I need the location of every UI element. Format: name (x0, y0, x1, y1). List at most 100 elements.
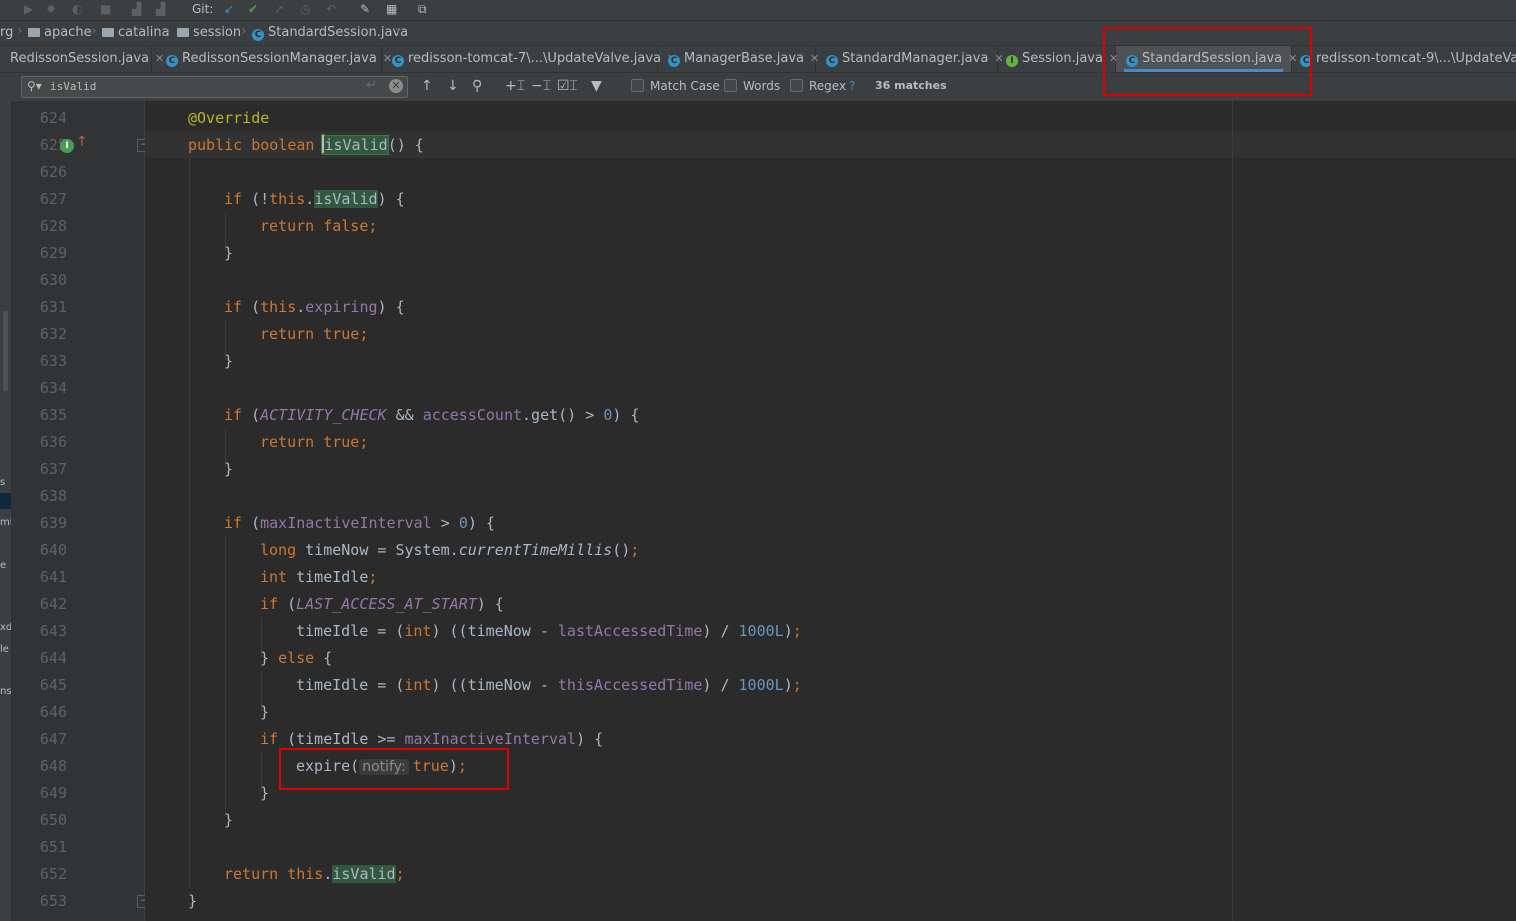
git-revert-icon[interactable]: ↶ (326, 1, 336, 17)
strip-text: ns (0, 686, 12, 697)
line-number: 626 (39, 163, 67, 181)
match-count: 36 matches (875, 79, 947, 92)
line-number: 632 (39, 325, 67, 343)
line-number: 625 (39, 136, 67, 154)
right-margin-guide (1232, 101, 1233, 921)
code-line-644: } else { (260, 649, 333, 667)
regex-checkbox[interactable] (790, 79, 803, 92)
implements-method-icon[interactable]: I (60, 139, 74, 153)
git-push-icon[interactable]: ↗ (274, 1, 284, 17)
annotation-box-expire-call (279, 748, 509, 790)
scrollbar-thumb[interactable] (3, 311, 8, 391)
line-number: 643 (39, 622, 67, 640)
deploy-icon[interactable]: ▟ (156, 1, 165, 17)
interface-icon: I (1006, 55, 1018, 67)
breadcrumb-item-apache[interactable]: apache (28, 24, 92, 42)
regex-label: Regex (809, 79, 847, 93)
breadcrumb-item-session[interactable]: session (177, 24, 241, 42)
filter-icon[interactable]: ▼ (591, 77, 602, 95)
clear-icon[interactable]: ✕ (389, 79, 403, 93)
annotation-box-active-tab (1103, 27, 1312, 96)
code-line-652: return this.isValid; (224, 865, 405, 883)
search-icon[interactable]: ⚲▾ (27, 79, 42, 93)
editor-gutter[interactable]: 624 625 626 627 628 629 630 631 632 633 … (12, 101, 145, 921)
line-number: 633 (39, 352, 67, 370)
line-number: 653 (39, 892, 67, 910)
breadcrumb-separator-icon: › (241, 23, 247, 39)
strip-text: xd (0, 622, 12, 633)
code-line-627: if (!this.isValid) { (224, 190, 405, 208)
code-line-631: if (this.expiring) { (224, 298, 405, 316)
tab-session[interactable]: I Session.java ✕ (998, 46, 1118, 72)
add-selection-icon[interactable]: +⌶ (505, 77, 525, 95)
git-commit-icon[interactable]: ✔ (248, 1, 258, 17)
previous-occurrence-icon[interactable]: ↑ (421, 77, 433, 95)
tab-update-valve-7[interactable]: Credisson-tomcat-7\...\UpdateValve.java✕ (382, 46, 676, 72)
breadcrumb-separator-icon: › (91, 23, 97, 39)
strip-text: le (0, 644, 9, 655)
search-input[interactable]: isValid (50, 78, 96, 96)
text-caret (322, 135, 325, 153)
code-editor[interactable]: @Override public boolean isValid() { if … (145, 101, 1516, 921)
tab-redisson-session[interactable]: RedissonSession.java ✕ (0, 46, 164, 72)
indent-guide (225, 536, 226, 816)
line-number: 638 (39, 487, 67, 505)
main-toolbar: ▶ ✹ ◐ ■ ▟ ▟ Git: ↙ ✔ ↗ ◷ ↶ ✎ ▦ ⧉ (0, 0, 1516, 21)
go-to-super-arrow-icon[interactable]: ↑ (76, 134, 88, 150)
line-number: 624 (39, 109, 67, 127)
regex-help-link[interactable]: ? (849, 78, 855, 94)
code-line-628: return false; (260, 217, 378, 235)
class-icon: C (166, 55, 178, 67)
search-field[interactable]: ⚲▾ isValid ↵ ✕ (21, 76, 408, 98)
strip-text: s (0, 477, 6, 488)
git-history-icon[interactable]: ◷ (300, 1, 310, 17)
breadcrumb-item-file[interactable]: C StandardSession.java (252, 24, 408, 42)
line-number: 628 (39, 217, 67, 235)
code-line-625: public boolean isValid() { (188, 135, 424, 155)
stop-icon[interactable]: ■ (100, 1, 111, 17)
line-number: 651 (39, 838, 67, 856)
new-line-icon[interactable]: ↵ (366, 78, 377, 93)
strip-text: e (0, 560, 7, 571)
coverage-icon[interactable]: ◐ (72, 1, 82, 17)
line-number: 627 (39, 190, 67, 208)
settings-wrench-icon[interactable]: ✎ (360, 1, 370, 17)
class-icon: C (252, 29, 264, 41)
code-line-632: return true; (260, 325, 369, 343)
select-all-occurrences-icon[interactable]: ☑⌶ (557, 77, 578, 95)
tab-standard-manager[interactable]: C StandardManager.java ✕ (816, 46, 1004, 72)
code-line-629: } (224, 244, 234, 262)
run-icon[interactable]: ▶ (24, 1, 33, 17)
remove-selection-icon[interactable]: −⌶ (531, 77, 551, 95)
tab-manager-base[interactable]: C ManagerBase.java ✕ (658, 46, 819, 72)
line-number: 642 (39, 595, 67, 613)
code-line-642: if (LAST_ACCESS_AT_START) { (260, 595, 504, 613)
code-line-624: @Override (188, 109, 270, 127)
next-occurrence-icon[interactable]: ↓ (447, 77, 459, 95)
project-panel-edge[interactable]: s ml e xd le ns (0, 101, 12, 921)
line-number: 637 (39, 460, 67, 478)
project-structure-icon[interactable]: ▦ (386, 1, 397, 17)
build-icon[interactable]: ▟ (132, 1, 141, 17)
breadcrumb-item-catalina[interactable]: catalina (102, 24, 170, 42)
debug-icon[interactable]: ✹ (46, 1, 56, 17)
selected-item-marker (0, 493, 11, 509)
match-case-checkbox[interactable] (631, 79, 644, 92)
line-number: 645 (39, 676, 67, 694)
code-line-643: timeIdle = (int) ((timeNow - lastAccesse… (296, 622, 802, 640)
line-number: 646 (39, 703, 67, 721)
words-checkbox[interactable] (724, 79, 737, 92)
folder-icon (28, 28, 40, 37)
line-number: 641 (39, 568, 67, 586)
code-line-649: } (260, 784, 270, 802)
line-number: 631 (39, 298, 67, 316)
git-update-icon[interactable]: ↙ (224, 1, 234, 17)
line-number: 639 (39, 514, 67, 532)
sdk-icon[interactable]: ⧉ (418, 1, 427, 17)
line-number: 652 (39, 865, 67, 883)
class-icon: C (826, 55, 838, 67)
find-all-icon[interactable]: ⚲ (472, 77, 482, 95)
breadcrumb-item-rg[interactable]: rg (0, 24, 13, 42)
tab-redisson-session-manager[interactable]: C RedissonSessionManager.java ✕ (152, 46, 392, 72)
tab-update-valve-9[interactable]: Credisson-tomcat-9\...\UpdateValve (1292, 46, 1516, 72)
